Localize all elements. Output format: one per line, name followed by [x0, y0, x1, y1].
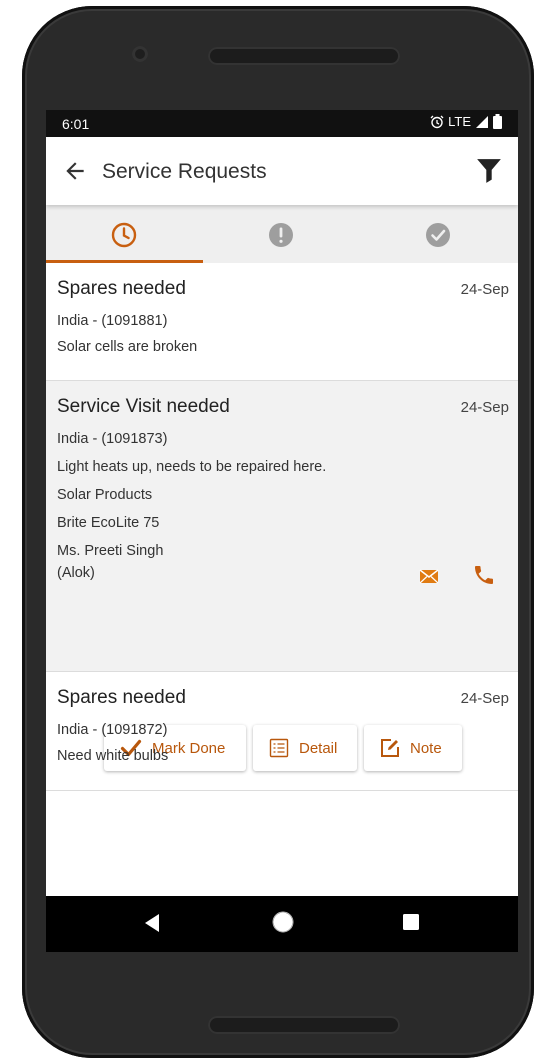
request-list: Spares needed 24-Sep India - (1091881) S… [46, 263, 518, 791]
alarm-icon [430, 115, 444, 128]
signal-icon [476, 115, 488, 128]
request-title: Spares needed [57, 687, 186, 708]
front-camera [132, 46, 148, 62]
request-category: Solar Products [57, 487, 153, 503]
tab-pending[interactable] [46, 205, 203, 263]
request-location: India - (1091881) [57, 313, 168, 329]
request-description: Need white bulbs [57, 748, 169, 764]
tab-completed[interactable] [360, 205, 517, 263]
request-date: 24-Sep [460, 281, 509, 298]
tab-urgent[interactable] [203, 205, 360, 263]
nav-back-icon[interactable] [142, 912, 162, 934]
check-circle-icon [426, 223, 450, 247]
device-screen: 6:01 LTE Service Requests Spares needed … [46, 110, 518, 952]
bottom-speaker [208, 1016, 400, 1034]
network-type: LTE [448, 114, 471, 129]
request-description: Solar cells are broken [57, 339, 198, 355]
nav-recents-icon[interactable] [402, 913, 420, 931]
request-description: Light heats up, needs to be repaired her… [57, 459, 327, 475]
request-product: Brite EcoLite 75 [57, 515, 160, 531]
app-bar: Service Requests [46, 137, 518, 205]
request-location: India - (1091872) [57, 722, 168, 738]
status-bar: 6:01 LTE [46, 110, 518, 137]
request-date: 24-Sep [460, 690, 509, 707]
request-agent: (Alok) [57, 565, 95, 581]
status-icons: LTE [430, 114, 502, 129]
earpiece-speaker [208, 47, 400, 65]
request-date: 24-Sep [460, 399, 509, 416]
clock-icon [111, 222, 137, 248]
list-item[interactable]: Spares needed 24-Sep India - (1091881) S… [46, 263, 518, 381]
request-location: India - (1091873) [57, 431, 168, 447]
nav-home-icon[interactable] [272, 911, 294, 933]
email-icon[interactable] [417, 564, 441, 588]
system-nav-bar [46, 896, 518, 952]
request-title: Spares needed [57, 278, 186, 299]
page-title: Service Requests [102, 160, 267, 183]
filter-funnel-icon[interactable] [476, 157, 502, 185]
list-item-expanded[interactable]: Service Visit needed 24-Sep India - (109… [46, 381, 518, 771]
status-tabs [46, 205, 518, 263]
back-arrow-icon[interactable] [62, 158, 88, 184]
request-contact: Ms. Preeti Singh [57, 543, 164, 559]
list-item[interactable]: Spares needed 24-Sep India - (1091872) N… [46, 672, 518, 791]
exclamation-circle-icon [269, 223, 293, 247]
request-title: Service Visit needed [57, 396, 230, 417]
battery-icon [493, 114, 502, 129]
phone-call-icon[interactable] [472, 563, 496, 587]
status-time: 6:01 [62, 116, 90, 132]
